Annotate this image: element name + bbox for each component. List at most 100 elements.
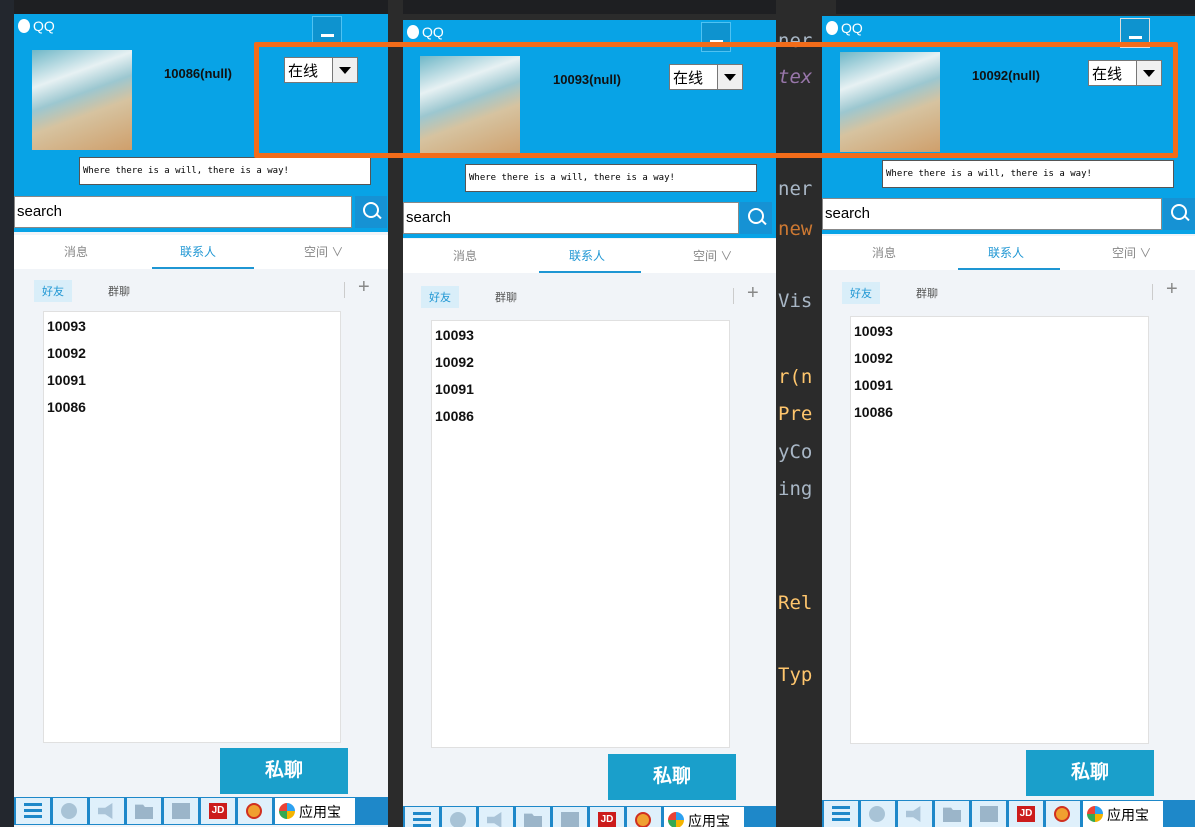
search-input[interactable]: search <box>403 202 739 234</box>
subtab-groups[interactable]: 群聊 <box>487 286 525 308</box>
active-tab-indicator <box>152 267 254 269</box>
code-line: new <box>778 218 813 240</box>
search-input[interactable]: search <box>14 196 352 228</box>
app-store-label: 应用宝 <box>1107 807 1149 823</box>
folder-icon <box>943 807 961 822</box>
weibo-button[interactable] <box>238 798 274 824</box>
files-button[interactable] <box>516 807 552 827</box>
jd-button[interactable]: JD <box>201 798 237 824</box>
code-line: ing <box>778 478 813 500</box>
menu-button[interactable] <box>405 807 441 827</box>
settings-button[interactable] <box>442 807 478 827</box>
contact-subtabs: 好友 群聊 + <box>822 274 1195 310</box>
sound-button[interactable] <box>479 807 515 827</box>
tab-contacts[interactable]: 联系人 <box>180 243 216 260</box>
code-line: Pre <box>778 403 813 425</box>
list-item[interactable]: 10092 <box>47 345 86 361</box>
tab-space[interactable]: 空间 ∨ <box>304 243 343 260</box>
list-item[interactable]: 10092 <box>435 354 474 370</box>
weibo-button[interactable] <box>627 807 663 827</box>
subtab-friends[interactable]: 好友 <box>34 280 72 302</box>
bottom-toolbar: JD 应用宝 <box>403 806 776 827</box>
bottom-toolbar: JD 应用宝 <box>14 797 388 825</box>
menu-button[interactable] <box>824 801 860 827</box>
subtab-friends[interactable]: 好友 <box>421 286 459 308</box>
app-store-button[interactable]: 应用宝 <box>275 798 357 824</box>
sound-button[interactable] <box>90 798 126 824</box>
jd-button[interactable]: JD <box>1009 801 1045 827</box>
tab-contacts[interactable]: 联系人 <box>569 247 605 264</box>
settings-button[interactable] <box>861 801 897 827</box>
tab-messages[interactable]: 消息 <box>64 243 88 260</box>
qq-penguin-icon <box>18 19 30 33</box>
signature-field[interactable]: Where there is a will, there is a way! <box>79 157 371 185</box>
list-item[interactable]: 10092 <box>854 350 893 366</box>
weibo-icon <box>246 803 262 819</box>
jd-button[interactable]: JD <box>590 807 626 827</box>
tab-messages[interactable]: 消息 <box>872 244 896 261</box>
list-item[interactable]: 10093 <box>47 318 86 334</box>
favorites-button[interactable] <box>553 807 589 827</box>
add-icon[interactable]: + <box>747 282 759 305</box>
list-item[interactable]: 10091 <box>854 377 893 393</box>
list-item[interactable]: 10086 <box>47 399 86 415</box>
main-tabs: 消息 联系人 空间 ∨ <box>403 239 776 273</box>
tab-messages[interactable]: 消息 <box>453 247 477 264</box>
subtab-groups[interactable]: 群聊 <box>100 280 138 302</box>
list-item[interactable]: 10091 <box>435 381 474 397</box>
add-icon[interactable]: + <box>1166 278 1178 301</box>
private-chat-button[interactable]: 私聊 <box>1026 750 1154 796</box>
list-item[interactable]: 10091 <box>47 372 86 388</box>
speaker-icon <box>98 803 113 819</box>
signature-field[interactable]: Where there is a will, there is a way! <box>882 160 1174 188</box>
menu-button[interactable] <box>16 798 52 824</box>
app-logo: QQ <box>17 18 55 34</box>
subtab-friends[interactable]: 好友 <box>842 282 880 304</box>
tab-space[interactable]: 空间 ∨ <box>1112 244 1151 261</box>
code-line: Vis <box>778 290 813 312</box>
list-item[interactable]: 10093 <box>435 327 474 343</box>
tab-contacts[interactable]: 联系人 <box>988 244 1024 261</box>
files-button[interactable] <box>935 801 971 827</box>
active-tab-indicator <box>539 271 641 273</box>
star-icon <box>172 803 190 819</box>
tab-space[interactable]: 空间 ∨ <box>693 247 732 264</box>
app-store-button[interactable]: 应用宝 <box>1083 801 1165 827</box>
search-button[interactable] <box>355 196 387 228</box>
list-item[interactable]: 10093 <box>854 323 893 339</box>
minimize-icon <box>321 34 334 37</box>
private-chat-button[interactable]: 私聊 <box>608 754 736 800</box>
gear-icon <box>450 812 466 827</box>
list-item[interactable]: 10086 <box>435 408 474 424</box>
weibo-button[interactable] <box>1046 801 1082 827</box>
sound-button[interactable] <box>898 801 934 827</box>
favorites-button[interactable] <box>164 798 200 824</box>
app-store-button[interactable]: 应用宝 <box>664 807 746 827</box>
signature-field[interactable]: Where there is a will, there is a way! <box>465 164 757 192</box>
code-line: Typ <box>778 664 813 686</box>
search-input[interactable]: search <box>822 198 1162 230</box>
list-item[interactable]: 10086 <box>854 404 893 420</box>
desktop-background <box>0 0 1195 14</box>
files-button[interactable] <box>127 798 163 824</box>
desktop-background-left <box>0 0 14 827</box>
private-chat-button[interactable]: 私聊 <box>220 748 348 794</box>
bottom-toolbar: JD 应用宝 <box>822 800 1195 827</box>
menu-icon <box>24 803 42 819</box>
avatar[interactable] <box>32 50 132 150</box>
active-tab-indicator <box>958 268 1060 270</box>
search-button[interactable] <box>740 202 772 234</box>
favorites-button[interactable] <box>972 801 1008 827</box>
menu-icon <box>832 806 850 822</box>
app-title: QQ <box>841 20 863 36</box>
jd-icon: JD <box>598 812 616 827</box>
contact-subtabs: 好友 群聊 + <box>14 272 388 308</box>
folder-icon <box>524 813 542 827</box>
weibo-icon <box>635 812 651 827</box>
subtab-groups[interactable]: 群聊 <box>908 282 946 304</box>
settings-button[interactable] <box>53 798 89 824</box>
search-button[interactable] <box>1163 198 1195 230</box>
app-logo: QQ <box>825 20 863 36</box>
speaker-icon <box>906 806 921 822</box>
add-icon[interactable]: + <box>358 276 370 299</box>
